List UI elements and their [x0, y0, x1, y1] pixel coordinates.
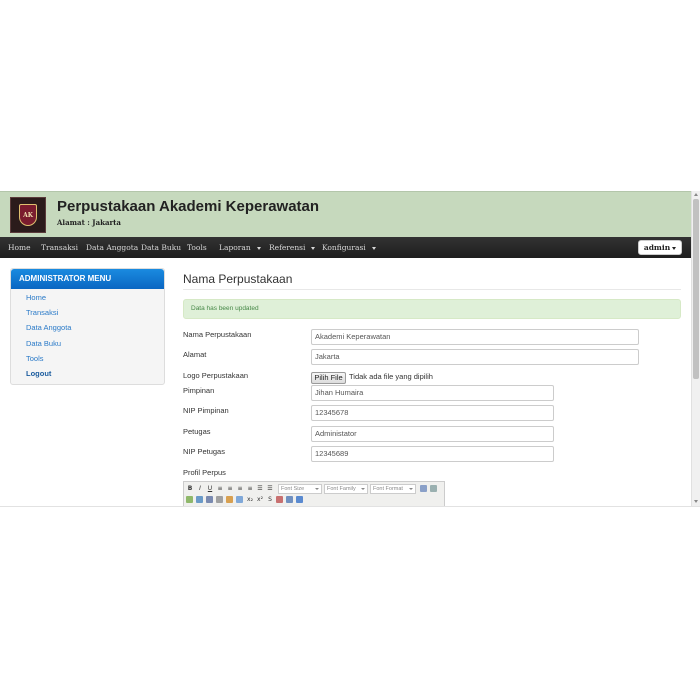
- underline-button[interactable]: U: [206, 484, 214, 494]
- pimpinan-input[interactable]: Jihan Humaira: [311, 385, 554, 401]
- site-title: Perpustakaan Akademi Keperawatan: [57, 198, 320, 215]
- nav-referensi-dropdown[interactable]: Referensi: [269, 237, 316, 258]
- link-icon[interactable]: [206, 496, 213, 503]
- nav-data-buku[interactable]: Data Buku: [141, 237, 181, 258]
- strikethrough-icon[interactable]: S: [266, 495, 274, 505]
- nav-data-anggota-label: Data Anggota: [86, 243, 139, 252]
- nav-home-label: Home: [8, 243, 31, 252]
- file-status-text: Tidak ada file yang dipilih: [349, 372, 433, 381]
- heading-divider: [183, 289, 681, 290]
- chevron-down-icon: [409, 488, 413, 490]
- alamat-label: Alamat: [183, 350, 207, 359]
- petugas-input[interactable]: Administator: [311, 426, 554, 442]
- library-crest-logo: AK: [10, 197, 46, 233]
- numbered-list-icon[interactable]: ☰: [266, 484, 274, 494]
- scroll-down-arrow-icon[interactable]: [694, 500, 698, 503]
- font-size-label: Font Size: [281, 486, 305, 492]
- nav-home[interactable]: Home: [8, 237, 31, 258]
- nip-petugas-input[interactable]: 12345689: [311, 446, 554, 462]
- subscript-icon[interactable]: x₂: [246, 495, 254, 505]
- choose-file-button[interactable]: Pilih File: [311, 372, 346, 384]
- sidebar-item-transaksi[interactable]: Transaksi: [26, 308, 58, 317]
- paste-text-icon[interactable]: [430, 485, 437, 492]
- alert-message: Data has been updated: [191, 305, 259, 312]
- sidebar-item-logout[interactable]: Logout: [26, 369, 51, 378]
- chevron-down-icon: [315, 488, 319, 490]
- crest-shield-icon: AK: [19, 204, 37, 226]
- success-alert: Data has been updated: [183, 299, 681, 319]
- font-format-select[interactable]: Font Format: [370, 484, 416, 494]
- align-right-icon[interactable]: ≡: [236, 484, 244, 494]
- admin-sidebar: ADMINISTRATOR MENU Home Transaksi Data A…: [10, 268, 165, 385]
- superscript-icon[interactable]: x²: [256, 495, 264, 505]
- nav-referensi-label: Referensi: [269, 243, 306, 252]
- redo-icon[interactable]: [196, 496, 203, 503]
- sidebar-item-tools[interactable]: Tools: [26, 354, 44, 363]
- align-center-icon[interactable]: ≡: [226, 484, 234, 494]
- anchor-icon[interactable]: [226, 496, 233, 503]
- alamat-input[interactable]: Jakarta: [311, 349, 639, 365]
- site-address: Alamat : Jakarta: [57, 218, 121, 227]
- scroll-thumb[interactable]: [693, 199, 699, 379]
- sidebar-item-data-anggota[interactable]: Data Anggota: [26, 323, 71, 332]
- nav-konfigurasi-label: Konfigurasi: [322, 243, 366, 252]
- sidebar-item-data-buku[interactable]: Data Buku: [26, 339, 61, 348]
- bold-button[interactable]: B: [186, 484, 194, 494]
- clean-format-icon[interactable]: [276, 496, 283, 503]
- admin-button-label: admin: [643, 243, 671, 252]
- nav-tools[interactable]: Tools: [187, 237, 207, 258]
- pimpinan-label: Pimpinan: [183, 386, 215, 395]
- chevron-down-icon: [361, 488, 365, 490]
- undo-icon[interactable]: [186, 496, 193, 503]
- nav-tools-label: Tools: [187, 243, 207, 252]
- chevron-down-icon: [371, 246, 376, 250]
- italic-button[interactable]: I: [196, 484, 204, 494]
- nav-data-buku-label: Data Buku: [141, 243, 182, 252]
- admin-user-menu-button[interactable]: admin: [638, 240, 682, 255]
- nav-konfigurasi-dropdown[interactable]: Konfigurasi: [322, 237, 376, 258]
- nip-pimpinan-input[interactable]: 12345678: [311, 405, 554, 421]
- bullet-list-icon[interactable]: ☰: [256, 484, 264, 494]
- code-icon[interactable]: [286, 496, 293, 503]
- page-title: Nama Perpustakaan: [183, 272, 293, 286]
- nip-pimpinan-label: NIP Pimpinan: [183, 406, 229, 415]
- font-format-label: Font Format: [373, 486, 403, 492]
- nav-laporan-label: Laporan: [219, 243, 251, 252]
- sidebar-item-home[interactable]: Home: [26, 293, 46, 302]
- vertical-scrollbar[interactable]: [691, 191, 700, 506]
- profil-perpus-label: Profil Perpus: [183, 468, 226, 477]
- font-size-select[interactable]: Font Size: [278, 484, 322, 494]
- rich-text-editor-toolbar: B I U ≡ ≡ ≡ ≡ ☰ ☰ Font Size Font Family …: [183, 481, 445, 506]
- top-navbar: Home Transaksi Data Anggota Data Buku To…: [0, 237, 691, 258]
- sidebar-title: ADMINISTRATOR MENU: [19, 274, 112, 283]
- font-family-label: Font Family: [327, 486, 356, 492]
- nama-perpustakaan-input[interactable]: Akademi Keperawatan: [311, 329, 639, 345]
- chevron-down-icon: [672, 246, 677, 250]
- align-justify-icon[interactable]: ≡: [246, 484, 254, 494]
- browser-viewport: AK Perpustakaan Akademi Keperawatan Alam…: [0, 191, 700, 507]
- scroll-up-arrow-icon[interactable]: [694, 193, 698, 196]
- unlink-icon[interactable]: [216, 496, 223, 503]
- sidebar-header: ADMINISTRATOR MENU: [11, 269, 164, 289]
- nav-transaksi[interactable]: Transaksi: [41, 237, 78, 258]
- nama-perpustakaan-label: Nama Perpustakaan: [183, 330, 252, 339]
- image-icon[interactable]: [236, 496, 243, 503]
- chevron-down-icon: [311, 246, 316, 250]
- nip-petugas-label: NIP Petugas: [183, 447, 225, 456]
- font-family-select[interactable]: Font Family: [324, 484, 368, 494]
- nav-transaksi-label: Transaksi: [41, 243, 79, 252]
- chevron-down-icon: [256, 246, 261, 250]
- nav-data-anggota[interactable]: Data Anggota: [86, 237, 138, 258]
- nav-laporan-dropdown[interactable]: Laporan: [219, 237, 261, 258]
- horizontal-rule-icon[interactable]: [296, 496, 303, 503]
- align-left-icon[interactable]: ≡: [216, 484, 224, 494]
- paste-icon[interactable]: [420, 485, 427, 492]
- logo-perpustakaan-label: Logo Perpustakaan: [183, 371, 249, 380]
- petugas-label: Petugas: [183, 427, 211, 436]
- site-header: AK Perpustakaan Akademi Keperawatan Alam…: [0, 191, 691, 237]
